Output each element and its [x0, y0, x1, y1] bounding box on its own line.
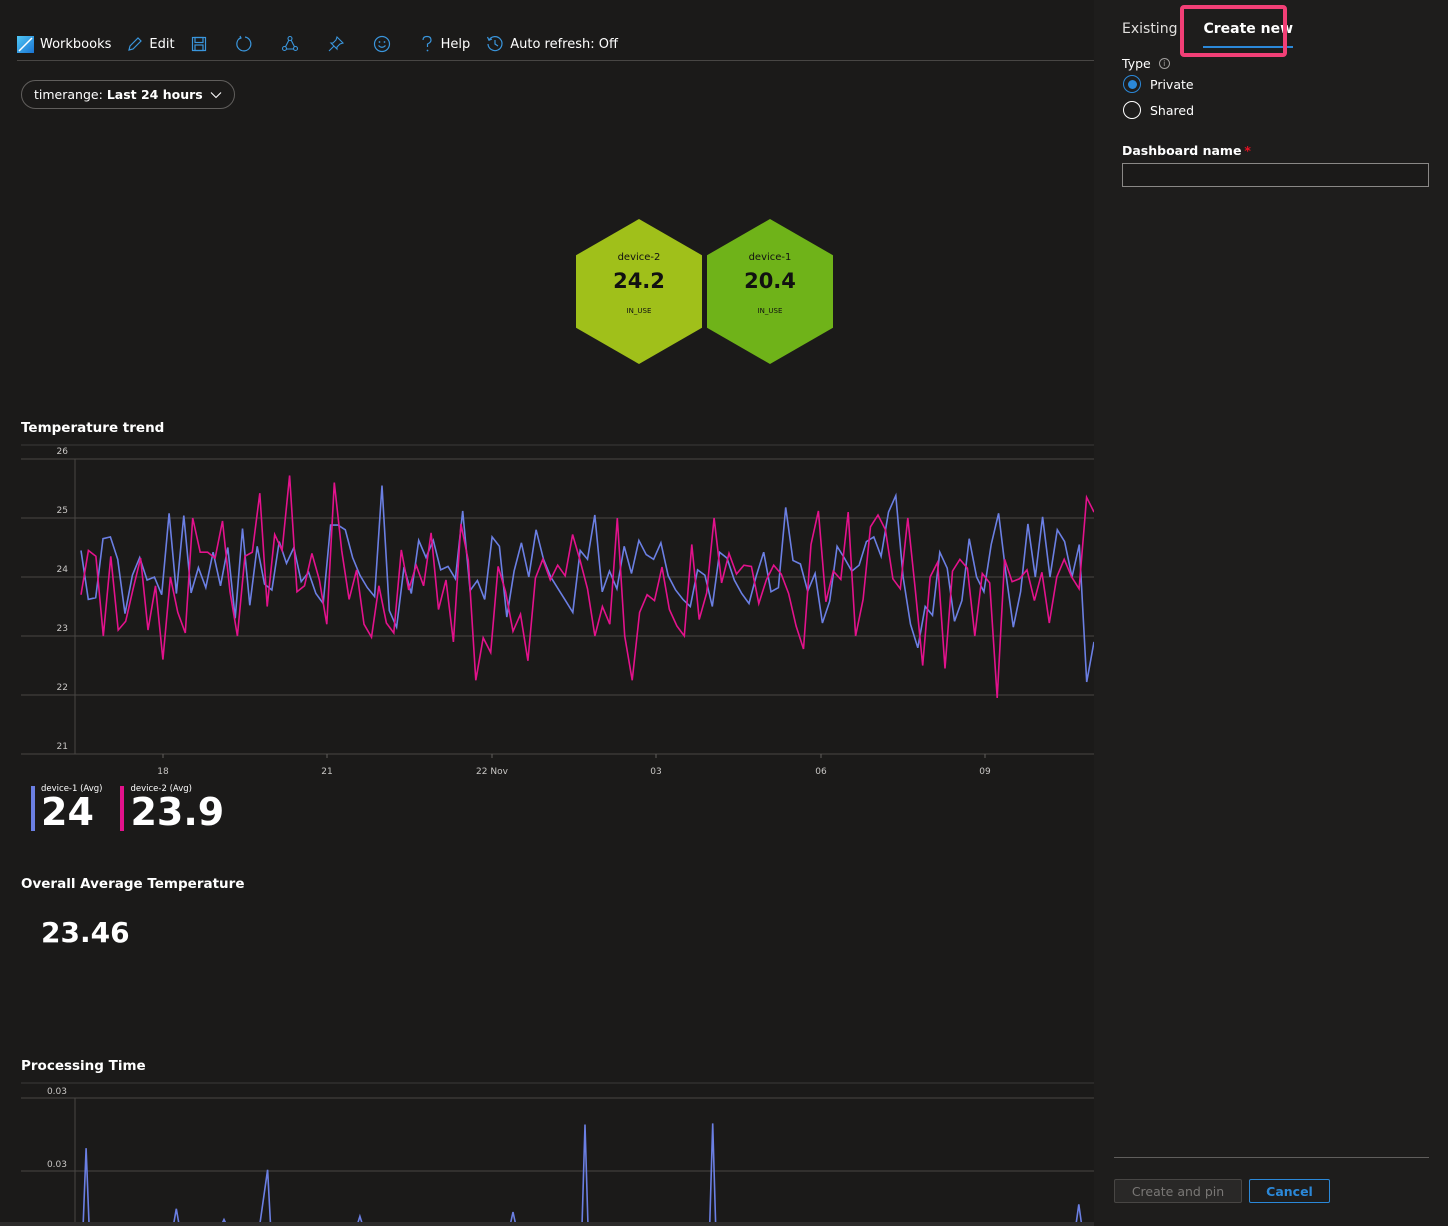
workbooks-label: Workbooks: [40, 36, 112, 52]
y-tick-label: 0.03: [47, 1087, 67, 1097]
radio-button-unchecked[interactable]: [1123, 101, 1141, 119]
type-label-text: Type: [1122, 56, 1151, 71]
processing-time-title: Processing Time: [21, 1058, 146, 1074]
y-tick-label: 23: [57, 624, 68, 634]
help-label: Help: [440, 36, 471, 52]
dashboard-name-input[interactable]: [1122, 163, 1429, 187]
y-tick-label: 26: [57, 447, 69, 457]
x-tick-label: 18: [157, 767, 169, 777]
info-icon[interactable]: i: [1158, 58, 1170, 69]
series-line-device-2: [80, 475, 1094, 699]
device-tile[interactable]: device-1 20.4 IN_USE: [707, 219, 833, 364]
type-label: Type i: [1122, 56, 1170, 71]
y-tick-label: 0.03: [47, 1160, 67, 1170]
overall-average-title: Overall Average Temperature: [21, 876, 245, 892]
series-line-device-1: [80, 485, 1094, 683]
x-tick-label: 03: [650, 767, 661, 777]
processing-time-chart: 0.03 0.03: [0, 1082, 1094, 1226]
legend-item-device-2[interactable]: device-2 (Avg) 23.9: [120, 784, 224, 831]
radio-label: Shared: [1150, 102, 1195, 118]
tile-device-name: device-1: [748, 252, 792, 263]
y-tick-label: 22: [57, 683, 68, 693]
x-tick-label: 06: [815, 767, 827, 777]
share-icon: [281, 35, 298, 52]
tile-status: IN_USE: [757, 307, 783, 315]
edit-label: Edit: [149, 36, 175, 52]
x-tick-label: 22 Nov: [476, 767, 509, 777]
edit-button[interactable]: Edit: [127, 36, 175, 52]
panel-footer-divider: [1114, 1157, 1429, 1158]
tile-value: 20.4: [744, 269, 796, 293]
timerange-dropdown[interactable]: timerange: Last 24 hours: [21, 80, 235, 109]
feedback-smiley-icon: [373, 35, 390, 53]
temperature-trend-title: Temperature trend: [21, 420, 165, 436]
dashboard-name-label-text: Dashboard name: [1122, 143, 1242, 158]
temperature-legend: device-1 (Avg) 24 device-2 (Avg) 23.9: [31, 784, 242, 831]
radio-shared[interactable]: Shared: [1123, 101, 1194, 119]
x-tick-label: 21: [321, 767, 332, 777]
series-spike: [708, 1123, 717, 1226]
required-asterisk: *: [1244, 143, 1251, 158]
temperature-trend-chart: 26 25 24 23 22 21 18 21 22 Nov 03 06 09: [21, 444, 1094, 777]
pin-button[interactable]: [327, 35, 351, 53]
series-spike: [258, 1169, 272, 1226]
legend-color-swatch: [31, 786, 35, 831]
radio-button-checked[interactable]: [1123, 75, 1141, 93]
workbooks-button[interactable]: Workbooks: [17, 35, 112, 53]
timerange-prefix: timerange:: [34, 87, 103, 102]
panel-tabs: Existing Create new: [1122, 14, 1319, 48]
history-clock-icon: [487, 36, 503, 52]
tab-existing[interactable]: Existing: [1122, 14, 1177, 44]
series-spike: [82, 1148, 90, 1226]
timerange-value: Last 24 hours: [106, 87, 203, 102]
scroll-edge: [0, 1222, 1094, 1226]
overall-average-value: 23.46: [41, 916, 130, 949]
tile-status: IN_USE: [626, 307, 652, 315]
y-tick-label: 24: [57, 565, 69, 575]
x-tick-label: 09: [979, 767, 991, 777]
save-button[interactable]: [191, 36, 213, 52]
radio-private[interactable]: Private: [1123, 75, 1194, 93]
tab-create-new[interactable]: Create new: [1203, 14, 1293, 48]
dashboard-name-label: Dashboard name *: [1122, 143, 1251, 158]
refresh-icon: [235, 35, 251, 52]
create-and-pin-button[interactable]: Create and pin: [1114, 1179, 1242, 1203]
feedback-button[interactable]: [373, 35, 397, 53]
legend-color-swatch: [120, 786, 125, 831]
tile-value: 24.2: [613, 269, 665, 293]
refresh-button[interactable]: [235, 35, 259, 53]
help-button[interactable]: Help: [419, 35, 471, 53]
cancel-button[interactable]: Cancel: [1249, 1179, 1330, 1203]
workbook-toolbar: Workbooks Edit Help Auto refresh: Off: [17, 28, 1094, 60]
auto-refresh-label: Auto refresh: Off: [510, 36, 618, 52]
y-tick-label: 21: [57, 742, 68, 752]
share-button[interactable]: [281, 35, 305, 53]
chevron-down-icon: [210, 91, 222, 98]
legend-item-device-1[interactable]: device-1 (Avg) 24: [31, 784, 102, 831]
radio-label: Private: [1150, 76, 1194, 92]
workbooks-logo-icon: [17, 35, 34, 53]
help-question-icon: [421, 35, 432, 52]
legend-value: 23.9: [130, 790, 225, 834]
toolbar-divider: [17, 60, 1094, 61]
workbook-canvas: Workbooks Edit Help Auto refresh: Off ti…: [0, 0, 1094, 1226]
device-tile[interactable]: device-2 24.2 IN_USE: [576, 219, 702, 364]
pin-icon: [328, 35, 344, 52]
auto-refresh-button[interactable]: Auto refresh: Off: [486, 35, 618, 53]
series-spike: [581, 1124, 589, 1226]
legend-value: 24: [41, 790, 94, 834]
tile-device-name: device-2: [617, 252, 661, 263]
y-tick-label: 25: [57, 506, 68, 516]
edit-pencil-icon: [128, 37, 143, 51]
save-icon: [191, 36, 206, 52]
